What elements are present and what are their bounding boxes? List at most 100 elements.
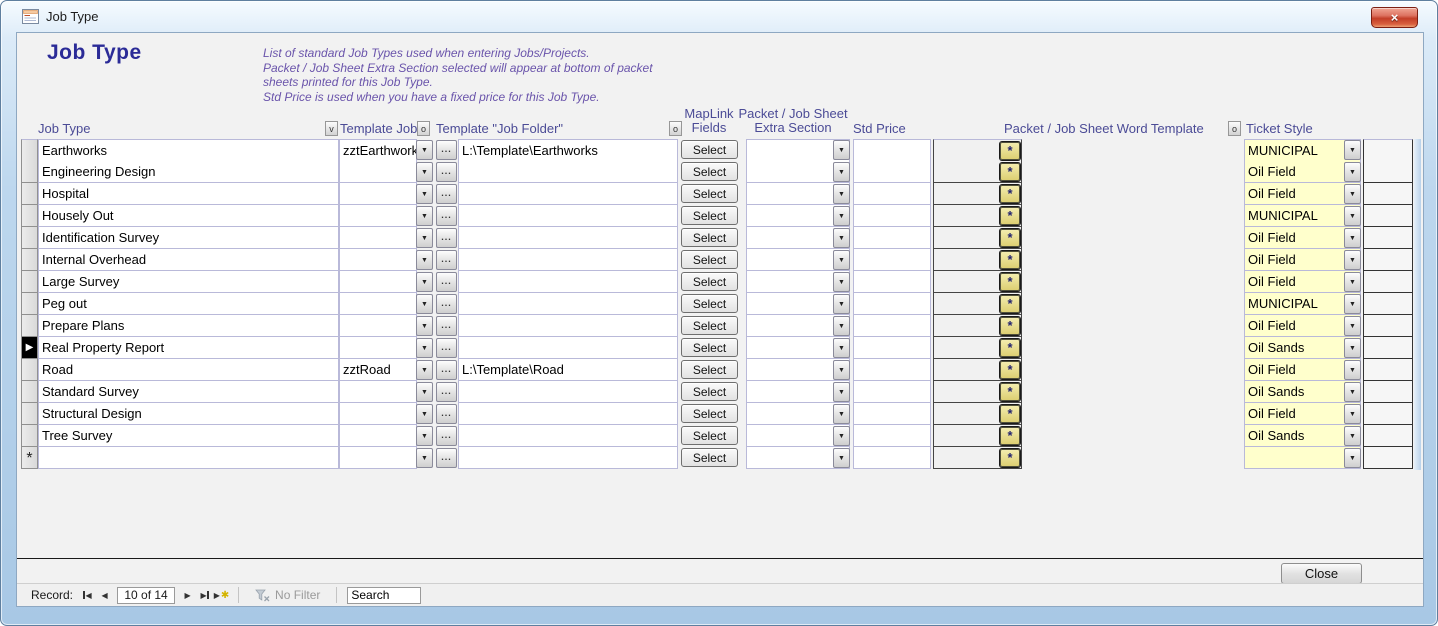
new-record-button[interactable]: ▶✱: [214, 588, 229, 603]
job-folder-cell[interactable]: [458, 227, 678, 249]
browse-folder-button[interactable]: ...: [436, 338, 457, 358]
extra-section-dropdown[interactable]: ▼: [833, 140, 850, 160]
record-selector[interactable]: [21, 139, 38, 162]
maplink-select-button[interactable]: Select: [681, 206, 738, 225]
browse-folder-button[interactable]: ...: [436, 382, 457, 402]
ticket-style-dropdown[interactable]: ▼: [1344, 272, 1361, 292]
record-selector[interactable]: [21, 425, 38, 447]
maplink-select-button[interactable]: Select: [681, 184, 738, 203]
record-selector[interactable]: [21, 205, 38, 227]
extra-section-dropdown[interactable]: ▼: [833, 294, 850, 314]
job-type-cell[interactable]: Structural Design: [38, 403, 339, 425]
template-job-cell[interactable]: [339, 293, 417, 315]
maplink-select-button[interactable]: Select: [681, 162, 738, 181]
template-job-cell[interactable]: [339, 337, 417, 359]
extra-section-dropdown[interactable]: ▼: [833, 206, 850, 226]
browse-folder-button[interactable]: ...: [436, 162, 457, 182]
word-template-folder-button[interactable]: *: [1000, 361, 1020, 379]
ticket-style-dropdown[interactable]: ▼: [1344, 448, 1361, 468]
job-type-cell[interactable]: Housely Out: [38, 205, 339, 227]
word-template-folder-button[interactable]: *: [1000, 339, 1020, 357]
browse-folder-button[interactable]: ...: [436, 404, 457, 424]
ticket-style-dropdown[interactable]: ▼: [1344, 360, 1361, 380]
std-price-cell[interactable]: [853, 447, 931, 469]
job-folder-cell[interactable]: [458, 183, 678, 205]
job-folder-cell[interactable]: [458, 249, 678, 271]
std-price-cell[interactable]: [853, 249, 931, 271]
extra-section-dropdown[interactable]: ▼: [833, 404, 850, 424]
record-selector[interactable]: [21, 161, 38, 183]
browse-folder-button[interactable]: ...: [436, 272, 457, 292]
maplink-select-button[interactable]: Select: [681, 228, 738, 247]
job-folder-cell[interactable]: [458, 293, 678, 315]
browse-folder-button[interactable]: ...: [436, 140, 457, 160]
std-price-cell[interactable]: [853, 337, 931, 359]
browse-folder-button[interactable]: ...: [436, 360, 457, 380]
template-job-dropdown[interactable]: ▼: [416, 338, 433, 358]
word-template-folder-button[interactable]: *: [1000, 383, 1020, 401]
word-template-folder-button[interactable]: *: [1000, 449, 1020, 467]
template-job-dropdown[interactable]: ▼: [416, 272, 433, 292]
record-selector[interactable]: [21, 293, 38, 315]
first-record-button[interactable]: ◀: [80, 588, 95, 603]
job-type-cell[interactable]: Peg out: [38, 293, 339, 315]
template-job-cell[interactable]: [339, 183, 417, 205]
window-close-button[interactable]: ×: [1371, 7, 1418, 28]
browse-folder-button[interactable]: ...: [436, 448, 457, 468]
job-type-cell[interactable]: Engineering Design: [38, 161, 339, 183]
ticket-style-dropdown[interactable]: ▼: [1344, 382, 1361, 402]
std-price-cell[interactable]: [853, 315, 931, 337]
next-record-button[interactable]: ▶: [180, 588, 195, 603]
ticket-style-dropdown[interactable]: ▼: [1344, 206, 1361, 226]
ticket-style-dropdown[interactable]: ▼: [1344, 162, 1361, 182]
job-type-cell[interactable]: Identification Survey: [38, 227, 339, 249]
word-template-folder-button[interactable]: *: [1000, 229, 1020, 247]
job-type-cell[interactable]: Internal Overhead: [38, 249, 339, 271]
maplink-select-button[interactable]: Select: [681, 404, 738, 423]
extra-section-dropdown[interactable]: ▼: [833, 382, 850, 402]
word-template-folder-button[interactable]: *: [1000, 317, 1020, 335]
job-folder-cell[interactable]: [458, 425, 678, 447]
word-template-folder-button[interactable]: *: [1000, 427, 1020, 445]
template-job-cell[interactable]: [339, 381, 417, 403]
maplink-select-button[interactable]: Select: [681, 250, 738, 269]
std-price-cell[interactable]: [853, 139, 931, 162]
record-selector[interactable]: [21, 403, 38, 425]
browse-folder-button[interactable]: ...: [436, 184, 457, 204]
job-type-cell[interactable]: Road: [38, 359, 339, 381]
browse-folder-button[interactable]: ...: [436, 294, 457, 314]
job-type-cell[interactable]: Large Survey: [38, 271, 339, 293]
job-folder-cell[interactable]: [458, 403, 678, 425]
maplink-select-button[interactable]: Select: [681, 272, 738, 291]
extra-section-dropdown[interactable]: ▼: [833, 316, 850, 336]
job-type-cell[interactable]: Prepare Plans: [38, 315, 339, 337]
template-job-cell[interactable]: [339, 249, 417, 271]
sort-indicator-badge[interactable]: v: [325, 121, 338, 136]
ticket-style-dropdown[interactable]: ▼: [1344, 228, 1361, 248]
word-template-folder-button[interactable]: *: [1000, 295, 1020, 313]
job-folder-cell[interactable]: [458, 337, 678, 359]
job-folder-cell[interactable]: [458, 447, 678, 469]
ticket-style-dropdown[interactable]: ▼: [1344, 184, 1361, 204]
job-folder-cell[interactable]: [458, 381, 678, 403]
template-job-cell[interactable]: zztRoad: [339, 359, 417, 381]
template-job-dropdown[interactable]: ▼: [416, 316, 433, 336]
word-template-folder-button[interactable]: *: [1000, 405, 1020, 423]
browse-folder-button[interactable]: ...: [436, 426, 457, 446]
maplink-select-button[interactable]: Select: [681, 316, 738, 335]
job-type-cell[interactable]: [38, 447, 339, 469]
template-job-dropdown[interactable]: ▼: [416, 162, 433, 182]
std-price-cell[interactable]: [853, 183, 931, 205]
ticket-style-dropdown[interactable]: ▼: [1344, 426, 1361, 446]
std-price-cell[interactable]: [853, 271, 931, 293]
extra-section-dropdown[interactable]: ▼: [833, 250, 850, 270]
job-type-cell[interactable]: Tree Survey: [38, 425, 339, 447]
template-job-dropdown[interactable]: ▼: [416, 360, 433, 380]
template-job-cell[interactable]: [339, 161, 417, 183]
record-selector[interactable]: [21, 359, 38, 381]
template-job-cell[interactable]: [339, 425, 417, 447]
maplink-select-button[interactable]: Select: [681, 448, 738, 467]
word-template-folder-button[interactable]: *: [1000, 185, 1020, 203]
word-template-folder-button[interactable]: *: [1000, 163, 1020, 181]
template-job-dropdown[interactable]: ▼: [416, 228, 433, 248]
